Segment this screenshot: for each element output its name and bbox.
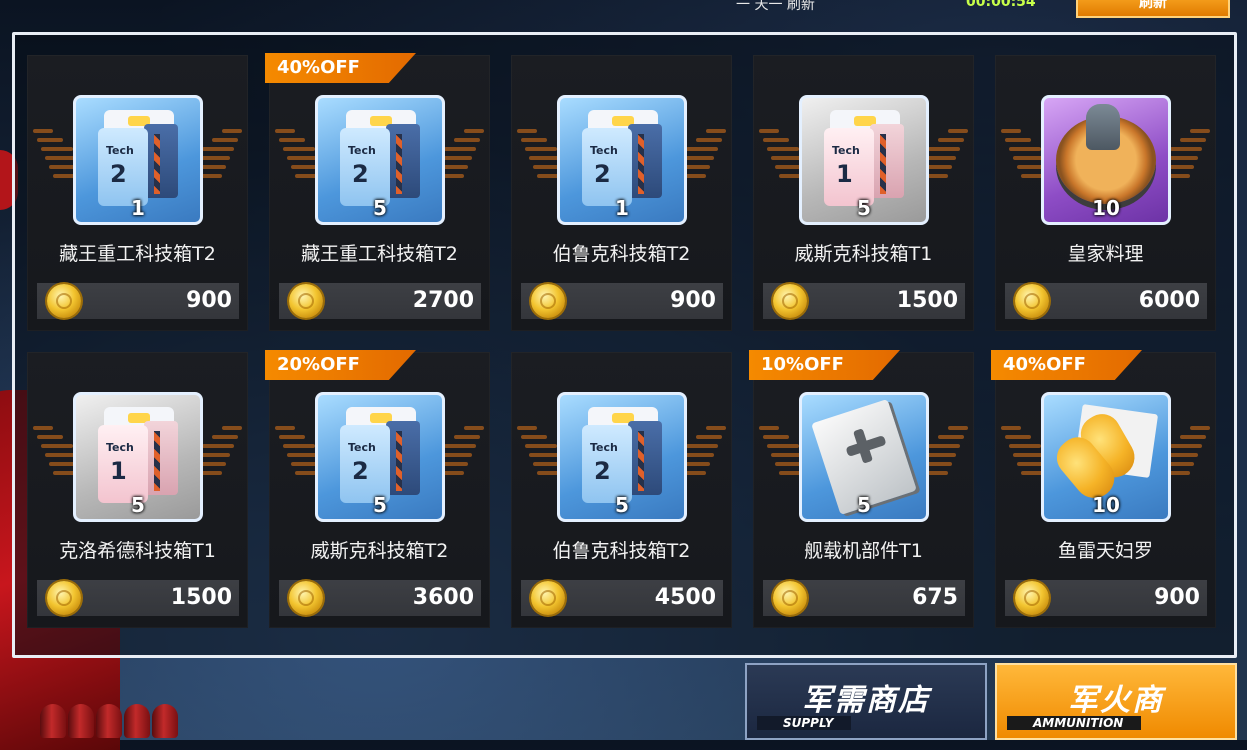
item-price: 900 [670, 288, 716, 313]
tech-level: 2 [594, 457, 611, 485]
item-quantity: 5 [131, 493, 145, 517]
tech-level: 2 [352, 457, 369, 485]
item-price: 1500 [896, 288, 958, 313]
tech-box-t2-icon: Tech 2 5 [315, 392, 445, 522]
refresh-info-text: 一 天一 刷新 [736, 0, 815, 13]
tech-box-t2-icon: Tech 2 1 [73, 95, 203, 225]
coin-icon [289, 284, 323, 318]
coin-icon [1015, 284, 1049, 318]
discount-badge: 40%OFF [991, 350, 1142, 380]
item-name: 威斯克科技箱T1 [794, 243, 933, 265]
discount-badge: 20%OFF [265, 350, 416, 380]
item-quantity: 10 [1092, 493, 1120, 517]
tab-ammunition[interactable]: 军火商 AMMUNITION [995, 663, 1237, 740]
refresh-button[interactable]: 刷新 [1076, 0, 1230, 18]
tech-box-t2-icon: Tech 2 5 [557, 392, 687, 522]
item-price: 4500 [654, 585, 716, 610]
shop-item-card[interactable]: 10 皇家料理 6000 [995, 55, 1216, 331]
item-name: 藏王重工科技箱T2 [301, 243, 458, 265]
shop-item-card[interactable]: 40%OFF Tech 2 5 藏王重工科技箱T2 2700 [265, 53, 490, 331]
item-quantity: 1 [131, 196, 145, 220]
tech-box-t2-icon: Tech 2 5 [315, 95, 445, 225]
coin-icon [289, 581, 323, 615]
item-quantity: 1 [615, 196, 629, 220]
item-name: 舰载机部件T1 [804, 540, 923, 562]
royal-cuisine-icon: 10 [1041, 95, 1171, 225]
aircraft-parts-icon: 5 [799, 392, 929, 522]
coin-icon [47, 581, 81, 615]
coin-icon [773, 581, 807, 615]
shop-item-card[interactable]: Tech 1 5 威斯克科技箱T1 1500 [753, 55, 974, 331]
tab-supply[interactable]: 军需商店 SUPPLY [745, 663, 987, 740]
discount-badge: 10%OFF [749, 350, 900, 380]
item-quantity: 5 [615, 493, 629, 517]
item-name: 鱼雷天妇罗 [1057, 540, 1153, 562]
coin-icon [773, 284, 807, 318]
item-price: 1500 [170, 585, 232, 610]
tech-box-t2-icon: Tech 2 1 [557, 95, 687, 225]
item-name: 藏王重工科技箱T2 [59, 243, 216, 265]
item-quantity: 5 [373, 493, 387, 517]
shop-item-card[interactable]: 40%OFF 10 鱼雷天妇罗 900 [991, 350, 1216, 628]
shop-item-card[interactable]: Tech 2 5 伯鲁克科技箱T2 4500 [511, 352, 732, 628]
tab-supply-sub: SUPPLY [757, 716, 852, 730]
coin-icon [531, 284, 565, 318]
item-price: 3600 [412, 585, 474, 610]
shop-item-card[interactable]: 20%OFF Tech 2 5 威斯克科技箱T2 3600 [265, 350, 490, 628]
torpedo-tempura-icon: 10 [1041, 392, 1171, 522]
item-price: 675 [912, 585, 958, 610]
refresh-timer: 00:00:54 [966, 0, 1036, 10]
tech-level: 2 [352, 160, 369, 188]
item-quantity: 5 [857, 493, 871, 517]
shop-item-card[interactable]: Tech 2 1 伯鲁克科技箱T2 900 [511, 55, 732, 331]
tech-level: 2 [594, 160, 611, 188]
item-name: 克洛希德科技箱T1 [59, 540, 216, 562]
item-name: 皇家料理 [1067, 243, 1144, 265]
tab-ammunition-sub: AMMUNITION [1007, 716, 1142, 730]
tech-level: 2 [110, 160, 127, 188]
coin-icon [531, 581, 565, 615]
item-quantity: 5 [373, 196, 387, 220]
shop-item-card[interactable]: Tech 1 5 克洛希德科技箱T1 1500 [27, 352, 248, 628]
item-price: 900 [1154, 585, 1200, 610]
decor-shells [40, 698, 180, 740]
tech-level: 1 [836, 160, 853, 188]
item-price: 6000 [1138, 288, 1200, 313]
item-quantity: 5 [857, 196, 871, 220]
item-price: 2700 [412, 288, 474, 313]
tech-box-t1-icon: Tech 1 5 [73, 392, 203, 522]
shop-item-card[interactable]: Tech 2 1 藏王重工科技箱T2 900 [27, 55, 248, 331]
item-name: 伯鲁克科技箱T2 [552, 540, 691, 562]
tech-level: 1 [110, 457, 127, 485]
item-quantity: 10 [1092, 196, 1120, 220]
tab-supply-label: 军需商店 [802, 683, 930, 718]
tech-box-t1-icon: Tech 1 5 [799, 95, 929, 225]
top-bar: 一 天一 刷新 00:00:54 刷新 [0, 0, 1247, 18]
tab-ammunition-label: 军火商 [1068, 683, 1164, 718]
item-name: 伯鲁克科技箱T2 [552, 243, 691, 265]
item-price: 900 [186, 288, 232, 313]
coin-icon [1015, 581, 1049, 615]
shop-item-card[interactable]: 10%OFF 5 舰载机部件T1 675 [749, 350, 974, 628]
discount-badge: 40%OFF [265, 53, 416, 83]
coin-icon [47, 284, 81, 318]
item-name: 威斯克科技箱T2 [310, 540, 449, 562]
